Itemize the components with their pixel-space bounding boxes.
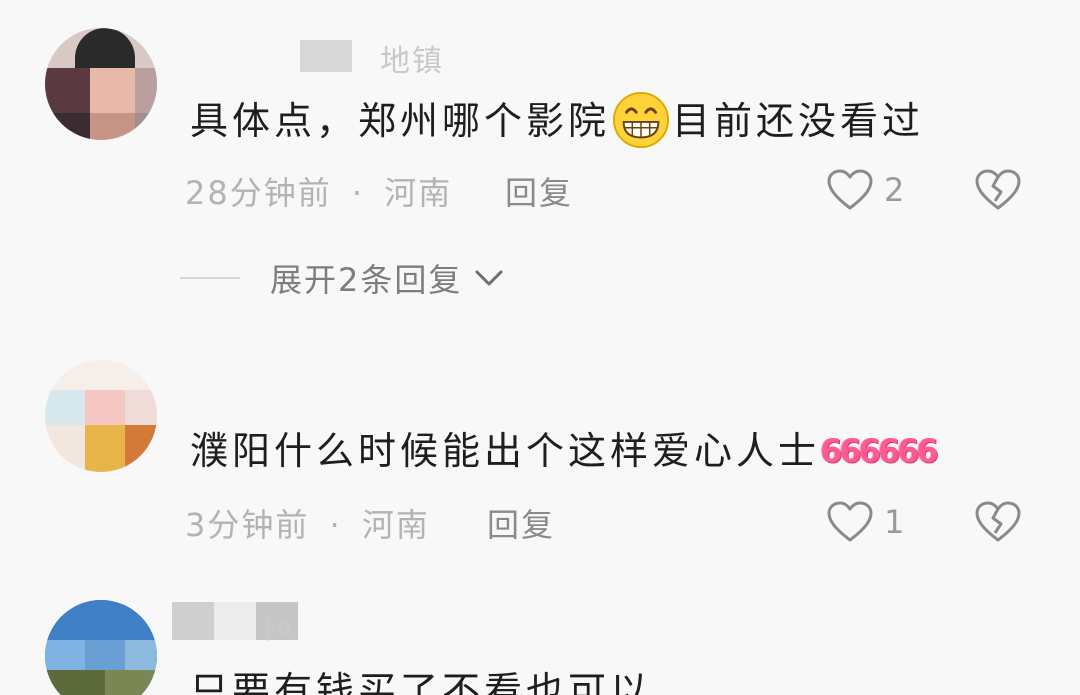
meta-separator: ·	[351, 174, 365, 212]
avatar[interactable]	[45, 600, 157, 695]
dislike-button[interactable]	[974, 500, 1022, 548]
emoji-666: 666666	[820, 431, 939, 470]
comment-list: 地镇 具体点，郑州哪个影院 目前还没看过 28分钟前 · 河南 回复 2 展开2…	[0, 0, 1080, 695]
like-button[interactable]: 1	[826, 500, 904, 544]
reply-button[interactable]: 回复	[505, 168, 573, 214]
chevron-down-icon	[475, 270, 503, 286]
avatar[interactable]	[45, 28, 157, 140]
comment-location: 河南	[384, 174, 453, 212]
comment-item: 地镇 具体点，郑州哪个影院 目前还没看过 28分钟前 · 河南 回复 2 展开2…	[0, 0, 1080, 330]
username-blur	[214, 602, 256, 640]
like-count: 1	[884, 503, 905, 541]
broken-heart-icon	[975, 501, 1021, 542]
like-count: 2	[884, 171, 905, 209]
heart-outline-icon	[827, 169, 873, 210]
comment-item: ∤α 只要有钱买了不看也可以	[0, 580, 1080, 695]
avatar[interactable]	[45, 360, 157, 472]
comment-meta: 28分钟前 · 河南	[185, 168, 452, 214]
comment-text: 濮阳什么时候能出个这样爱心人士666666	[190, 429, 939, 473]
username[interactable]: 地镇	[380, 36, 444, 80]
reply-button[interactable]: 回复	[487, 500, 555, 546]
comment-meta: 3分钟前 · 河南	[185, 500, 430, 546]
meta-separator: ·	[329, 506, 342, 544]
comment-text: 具体点，郑州哪个影院 目前还没看过	[190, 91, 924, 149]
heart-outline-icon	[827, 501, 873, 542]
comment-location: 河南	[361, 506, 430, 544]
expand-replies-button[interactable]: 展开2条回复	[180, 255, 506, 301]
divider-line	[180, 277, 240, 279]
broken-heart-icon	[975, 169, 1021, 210]
comment-time: 28分钟前	[185, 174, 332, 212]
grinning-face-icon	[612, 91, 670, 148]
username-blur	[172, 602, 214, 640]
comment-text: 只要有钱买了不看也可以	[190, 669, 653, 695]
comment-time: 3分钟前	[185, 506, 310, 544]
comment-item: 濮阳什么时候能出个这样爱心人士666666 3分钟前 · 河南 回复 1	[0, 330, 1080, 580]
like-button[interactable]: 2	[826, 168, 904, 212]
username-blur	[300, 40, 352, 72]
username[interactable]: ∤α	[262, 612, 296, 642]
dislike-button[interactable]	[974, 168, 1022, 216]
expand-replies-label: 展开2条回复	[270, 261, 463, 299]
